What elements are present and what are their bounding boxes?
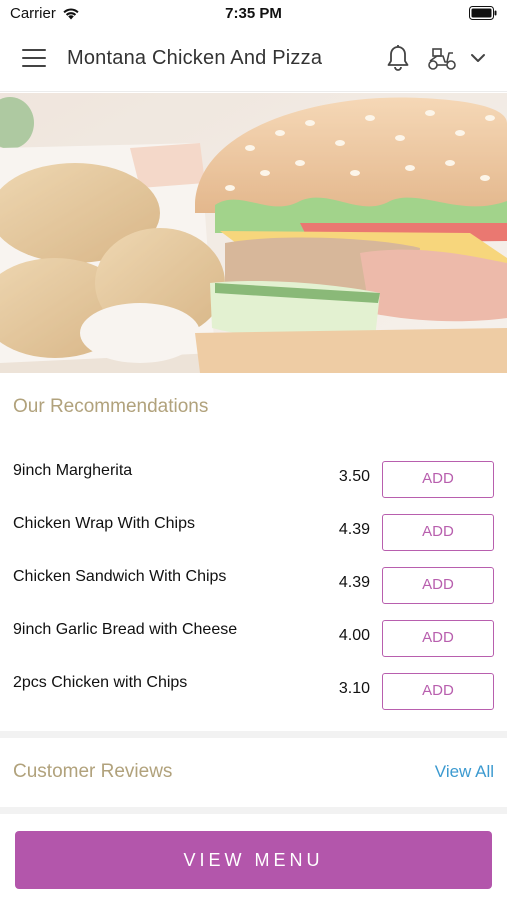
battery-icon [469, 6, 497, 20]
menu-icon[interactable] [22, 49, 46, 69]
status-bar: Carrier 7:35 PM [0, 0, 507, 28]
view-menu-button[interactable]: VIEW MENU [15, 831, 492, 889]
hero-image [0, 93, 507, 373]
item-price: 4.39 [338, 521, 370, 538]
list-item: 9inch Margherita 3.50 ADD [0, 452, 507, 505]
item-name: 2pcs Chicken with Chips [13, 674, 188, 691]
section-divider [0, 807, 507, 814]
list-item: Chicken Wrap With Chips 4.39 ADD [0, 505, 507, 558]
add-button[interactable]: ADD [382, 461, 494, 498]
reviews-title: Customer Reviews [13, 761, 173, 782]
add-button[interactable]: ADD [382, 620, 494, 657]
chevron-down-icon[interactable] [470, 52, 486, 64]
item-price: 3.10 [338, 680, 370, 697]
page-title: Montana Chicken And Pizza [67, 47, 323, 69]
item-name: 9inch Garlic Bread with Cheese [13, 621, 238, 638]
add-button[interactable]: ADD [382, 567, 494, 604]
item-price: 4.00 [338, 627, 370, 644]
add-button[interactable]: ADD [382, 673, 494, 710]
item-price: 4.39 [338, 574, 370, 591]
list-item: 2pcs Chicken with Chips 3.10 ADD [0, 664, 507, 717]
recommendations-title: Our Recommendations [13, 396, 209, 417]
item-price: 3.50 [338, 468, 370, 485]
item-name: Chicken Sandwich With Chips [13, 568, 227, 585]
app-header: Montana Chicken And Pizza [0, 28, 507, 92]
footer: VIEW MENU [0, 814, 507, 900]
add-button[interactable]: ADD [382, 514, 494, 551]
recommendations-list: 9inch Margherita 3.50 ADD Chicken Wrap W… [0, 452, 507, 717]
list-item: Chicken Sandwich With Chips 4.39 ADD [0, 558, 507, 611]
item-name: Chicken Wrap With Chips [13, 515, 195, 532]
section-divider [0, 731, 507, 738]
scooter-delivery-icon[interactable] [427, 47, 457, 71]
status-time: 7:35 PM [225, 5, 282, 22]
item-name: 9inch Margherita [13, 462, 133, 479]
bell-icon[interactable] [386, 44, 410, 72]
view-all-link[interactable]: View All [435, 762, 494, 782]
list-item: 9inch Garlic Bread with Cheese 4.00 ADD [0, 611, 507, 664]
